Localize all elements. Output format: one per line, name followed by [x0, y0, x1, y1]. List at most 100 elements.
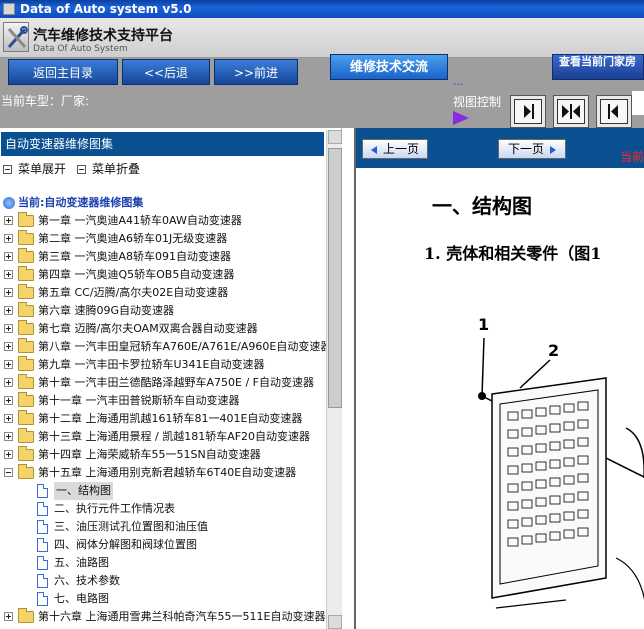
transmission-housing-figure: 1 2 [478, 315, 644, 609]
maintenance-exchange-button[interactable]: 维修技术交流 [330, 54, 448, 80]
expand-node-icon[interactable] [4, 378, 13, 387]
next-page-button[interactable]: 下一页 [498, 139, 566, 159]
expand-node-icon[interactable] [4, 396, 13, 405]
sub-item-row[interactable]: 一、结构图 [0, 482, 326, 500]
expand-node-icon[interactable] [4, 360, 13, 369]
collapse-node-icon[interactable] [4, 468, 13, 477]
expand-node-icon[interactable] [4, 324, 13, 333]
scroll-up-button[interactable] [328, 130, 342, 144]
chapter-label: 第十三章 上海通用景程 / 凯越181轿车AF20自动变速器 [38, 430, 311, 443]
arrow-left-bar-icon [608, 104, 618, 119]
folder-icon [18, 320, 34, 335]
folder-icon [18, 608, 34, 623]
chapter-row[interactable]: 第七章 迈腾/高尔夫OAM双离合器自动变速器 [0, 320, 326, 338]
left-tree-panel: 自动变速器维修图集 菜单展开 菜单折叠 当前:自动变速器维修图集 第一章 一汽奥… [0, 128, 342, 629]
sub-item-label: 三、油压测试孔位置图和油压值 [54, 520, 208, 533]
info-bar: 当前车型：厂家: 视图控制 [0, 88, 644, 128]
chapter-row[interactable]: 第三章 一汽奥迪A8轿车091自动变速器 [0, 248, 326, 266]
document-icon [37, 520, 48, 534]
sub-item-row[interactable]: 七、电路图 [0, 590, 326, 608]
expand-all-menu[interactable]: 菜单展开 [3, 160, 66, 177]
chapter-row[interactable]: 第十四章 上海荣威轿车55一51SN自动变速器 [0, 446, 326, 464]
expand-node-icon[interactable] [4, 288, 13, 297]
back-button[interactable]: <<后退 [122, 59, 210, 85]
chapter-label: 第四章 一汽奥迪Q5轿车OB5自动变速器 [38, 268, 235, 281]
sub-item-row[interactable]: 五、油路图 [0, 554, 326, 572]
expand-node-icon[interactable] [4, 414, 13, 423]
right-arrow-icon [550, 145, 556, 154]
expand-node-icon[interactable] [4, 216, 13, 225]
tree-scrollbar[interactable] [326, 130, 342, 629]
sub-item-row[interactable]: 三、油压测试孔位置图和油压值 [0, 518, 326, 536]
prev-page-button[interactable]: 上一页 [362, 139, 428, 159]
chapter-label: 第三章 一汽奥迪A8轿车091自动变速器 [38, 250, 232, 263]
expand-node-icon[interactable] [4, 234, 13, 243]
chapter-row[interactable]: 第十三章 上海通用景程 / 凯越181轿车AF20自动变速器 [0, 428, 326, 446]
scroll-thumb[interactable] [328, 148, 342, 408]
expand-node-icon[interactable] [4, 306, 13, 315]
chapter-row[interactable]: 第六章 速腾09G自动变速器 [0, 302, 326, 320]
chapter-label: 第十五章 上海通用别克新君越轿车6T40E自动变速器 [38, 466, 297, 479]
view-expand-left-button[interactable] [596, 95, 632, 128]
arrow-right-bar-icon [524, 104, 534, 119]
sub-item-label: 五、油路图 [54, 556, 109, 569]
document-icon [37, 484, 48, 498]
home-button[interactable]: 返回主目录 [8, 59, 118, 85]
chapter-label: 第二章 一汽奥迪A6轿车01J无级变速器 [38, 232, 228, 245]
scroll-down-button[interactable] [328, 615, 342, 629]
expand-node-icon[interactable] [4, 252, 13, 261]
chapter-label: 第十四章 上海荣威轿车55一51SN自动变速器 [38, 448, 261, 461]
arrows-split-icon [562, 104, 580, 119]
document-title: 一、结构图 [432, 194, 532, 218]
chapter-row[interactable]: 第十一章 一汽丰田普锐斯轿车自动变速器 [0, 392, 326, 410]
expand-node-icon[interactable] [4, 612, 13, 621]
chapter-label: 第十二章 上海通用凯越161轿车81一401E自动变速器 [38, 412, 303, 425]
chapter-label: 第十章 一汽丰田兰德酷路泽越野车A750E / F自动变速器 [38, 376, 314, 389]
sub-item-label: 七、电路图 [54, 592, 109, 605]
chapter-row[interactable]: 第十六章 上海通用雪弗兰科帕奇汽车55一511E自动变速器 [0, 608, 326, 626]
document-icon [37, 574, 48, 588]
document-icon [37, 502, 48, 516]
collapse-all-menu[interactable]: 菜单折叠 [77, 160, 140, 177]
sub-item-row[interactable]: 六、技术参数 [0, 572, 326, 590]
chapter-label: 第七章 迈腾/高尔夫OAM双离合器自动变速器 [38, 322, 258, 335]
expand-node-icon[interactable] [4, 450, 13, 459]
right-edge-panel [632, 91, 644, 115]
expand-node-icon[interactable] [4, 342, 13, 351]
nav-more-link[interactable]: ... [453, 75, 464, 88]
expand-node-icon[interactable] [4, 432, 13, 441]
sub-item-row[interactable]: 二、执行元件工作情况表 [0, 500, 326, 518]
chapter-row[interactable]: 第十五章 上海通用别克新君越轿车6T40E自动变速器 [0, 464, 326, 482]
chapter-row[interactable]: 第八章 一汽丰田皇冠轿车A760E/A761E/A960E自动变速器 [0, 338, 326, 356]
chapter-row[interactable]: 第二章 一汽奥迪A6轿车01J无级变速器 [0, 230, 326, 248]
folder-icon [18, 230, 34, 245]
chapter-row[interactable]: 第十章 一汽丰田兰德酷路泽越野车A750E / F自动变速器 [0, 374, 326, 392]
chapter-row[interactable]: 第五章 CC/迈腾/高尔夫02E自动变速器 [0, 284, 326, 302]
expand-node-icon[interactable] [4, 270, 13, 279]
callout-1: 1 [478, 315, 489, 334]
folder-icon [18, 302, 34, 317]
view-current-button[interactable]: 查看当前门家房 [552, 54, 644, 80]
folder-icon [18, 212, 34, 227]
chapter-row[interactable]: 第十二章 上海通用凯越161轿车81一401E自动变速器 [0, 410, 326, 428]
sub-item-row[interactable]: 四、阀体分解图和阀球位置图 [0, 536, 326, 554]
sub-item-label: 四、阀体分解图和阀球位置图 [54, 538, 197, 551]
chapter-label: 第一章 一汽奥迪A41轿车0AW自动变速器 [38, 214, 242, 227]
chapter-row[interactable]: 第一章 一汽奥迪A41轿车0AW自动变速器 [0, 212, 326, 230]
left-arrow-icon [370, 145, 377, 154]
sub-item-label: 六、技术参数 [54, 574, 120, 587]
forward-button[interactable]: >>前进 [214, 59, 298, 85]
app-subtitle: Data Of Auto System [33, 44, 128, 54]
folder-icon [18, 464, 34, 479]
view-expand-right-button[interactable] [510, 95, 546, 128]
folder-icon [18, 338, 34, 353]
current-node[interactable]: 当前:自动变速器维修图集 [3, 194, 143, 210]
collapse-box-icon [77, 165, 86, 174]
chapter-row[interactable]: 第九章 一汽丰田卡罗拉轿车U341E自动变速器 [0, 356, 326, 374]
view-split-button[interactable] [553, 95, 589, 128]
chapter-row[interactable]: 第四章 一汽奥迪Q5轿车OB5自动变速器 [0, 266, 326, 284]
expand-box-icon [3, 165, 12, 174]
chapter-label: 第八章 一汽丰田皇冠轿车A760E/A761E/A960E自动变速器 [38, 340, 326, 353]
globe-icon [3, 197, 15, 209]
folder-icon [18, 356, 34, 371]
